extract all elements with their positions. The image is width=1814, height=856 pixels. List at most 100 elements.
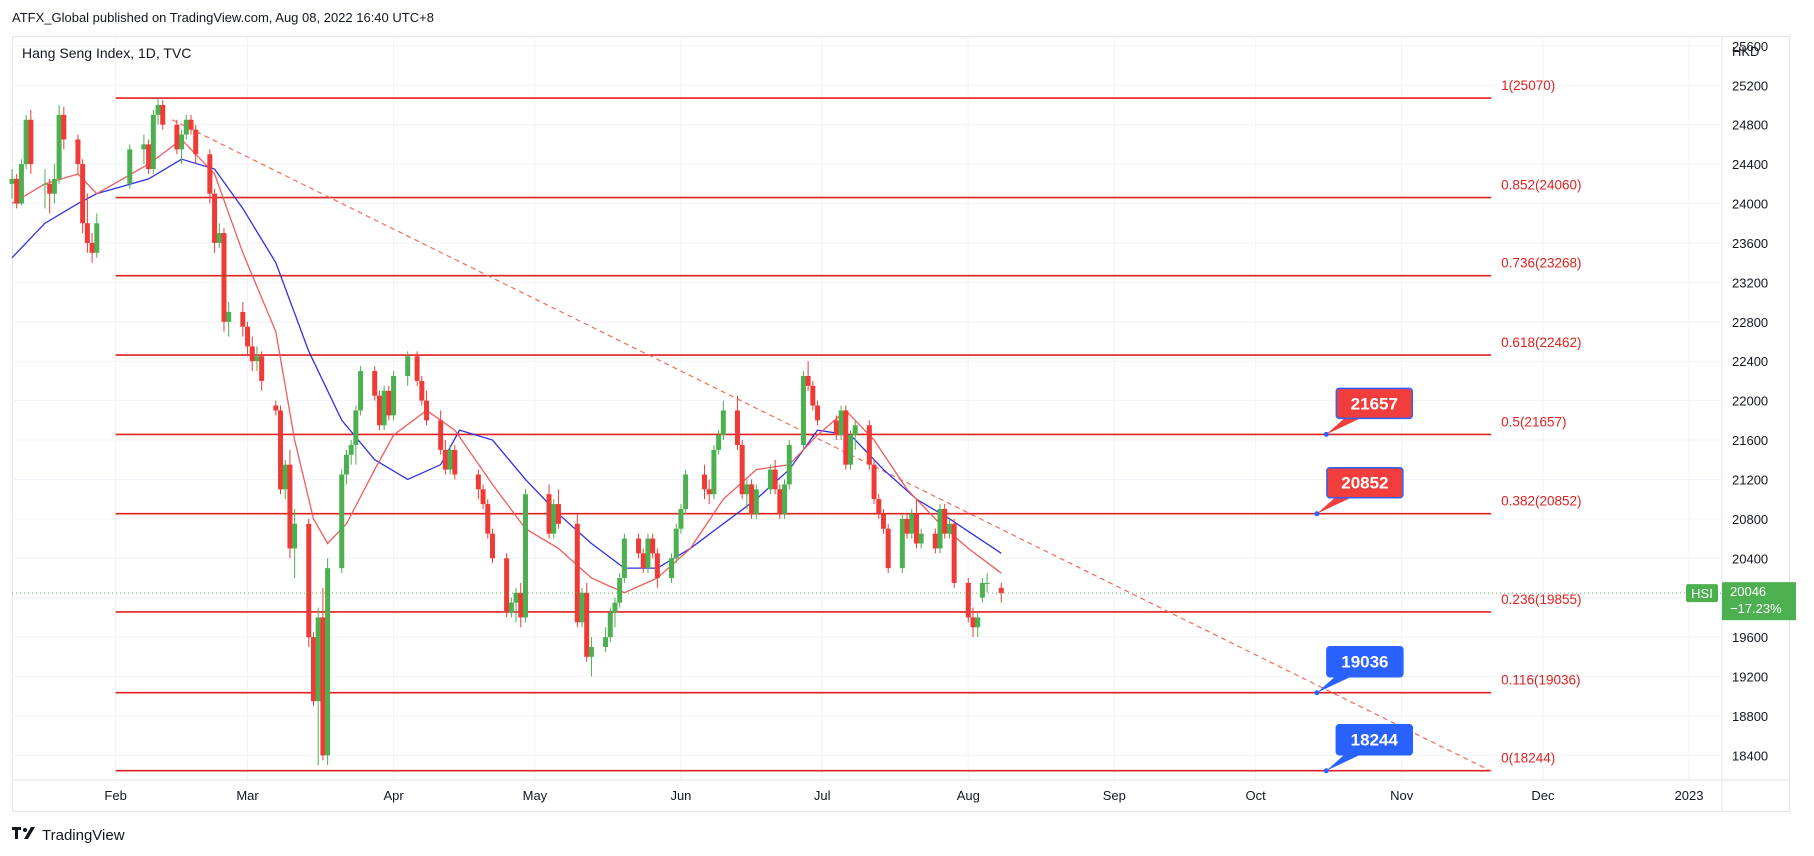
- candle-body[interactable]: [47, 183, 53, 194]
- candle-body[interactable]: [546, 494, 552, 534]
- candle-body[interactable]: [880, 513, 886, 529]
- candle-body[interactable]: [150, 114, 156, 170]
- candle-body[interactable]: [965, 582, 971, 618]
- candle-body[interactable]: [348, 444, 354, 455]
- candle-body[interactable]: [753, 489, 759, 514]
- candle-body[interactable]: [306, 523, 312, 638]
- candle-body[interactable]: [414, 356, 420, 381]
- candle-body[interactable]: [14, 178, 20, 204]
- candle-body[interactable]: [975, 617, 981, 628]
- candle-body[interactable]: [852, 425, 858, 436]
- candle-body[interactable]: [772, 469, 778, 490]
- candle-body[interactable]: [372, 371, 378, 396]
- candle-body[interactable]: [918, 533, 924, 544]
- candle-body[interactable]: [640, 553, 646, 569]
- candle-body[interactable]: [777, 489, 783, 514]
- candle-body[interactable]: [480, 489, 486, 505]
- candle-body[interactable]: [786, 444, 792, 485]
- candle-body[interactable]: [259, 356, 265, 381]
- candle-body[interactable]: [442, 449, 448, 470]
- candle-body[interactable]: [358, 371, 364, 411]
- candle-body[interactable]: [240, 311, 246, 327]
- candle-body[interactable]: [320, 617, 326, 756]
- candle-body[interactable]: [292, 523, 298, 549]
- candle-body[interactable]: [711, 449, 717, 495]
- candle-body[interactable]: [603, 637, 609, 647]
- candle-body[interactable]: [612, 602, 618, 613]
- candle-body[interactable]: [146, 144, 152, 170]
- candle-body[interactable]: [475, 474, 481, 490]
- candle-body[interactable]: [984, 582, 990, 584]
- candle-body[interactable]: [607, 612, 613, 638]
- candle-body[interactable]: [160, 104, 166, 125]
- candle-body[interactable]: [310, 637, 316, 702]
- candle-body[interactable]: [179, 134, 185, 150]
- candle-body[interactable]: [438, 420, 444, 450]
- candle-body[interactable]: [744, 484, 750, 495]
- candle-body[interactable]: [155, 104, 161, 115]
- candle-body[interactable]: [617, 577, 623, 603]
- candle-body[interactable]: [913, 513, 919, 544]
- candle-body[interactable]: [452, 449, 458, 475]
- candle-body[interactable]: [866, 425, 872, 465]
- candle-body[interactable]: [245, 326, 251, 347]
- candle-body[interactable]: [951, 523, 957, 583]
- candle-body[interactable]: [904, 518, 910, 534]
- candle-body[interactable]: [588, 646, 594, 657]
- candle-body[interactable]: [419, 380, 425, 401]
- candle-body[interactable]: [447, 449, 453, 470]
- candle-body[interactable]: [946, 523, 952, 534]
- candle-body[interactable]: [386, 390, 392, 416]
- candle-body[interactable]: [932, 533, 938, 549]
- candle-body[interactable]: [193, 129, 199, 155]
- candle-body[interactable]: [838, 410, 844, 436]
- candle-body[interactable]: [282, 464, 288, 490]
- candle-body[interactable]: [174, 124, 180, 150]
- candle-body[interactable]: [188, 119, 194, 130]
- candle-body[interactable]: [56, 114, 62, 179]
- candle-body[interactable]: [970, 617, 976, 628]
- candle-body[interactable]: [782, 484, 788, 514]
- candle-body[interactable]: [381, 390, 387, 426]
- candle-body[interactable]: [579, 592, 585, 623]
- candle-body[interactable]: [183, 119, 189, 135]
- candle-body[interactable]: [489, 533, 495, 559]
- candle-body[interactable]: [325, 568, 331, 756]
- candle-body[interactable]: [522, 494, 528, 618]
- candle-body[interactable]: [701, 474, 707, 490]
- candle-body[interactable]: [979, 582, 985, 598]
- candle-body[interactable]: [28, 119, 34, 165]
- footer[interactable]: TradingView: [12, 826, 125, 844]
- candle-body[interactable]: [673, 528, 679, 559]
- candle-body[interactable]: [61, 114, 67, 140]
- candle-body[interactable]: [574, 523, 580, 623]
- candle-body[interactable]: [621, 538, 627, 578]
- candle-body[interactable]: [278, 410, 284, 490]
- candle-body[interactable]: [937, 509, 943, 549]
- candle-body[interactable]: [391, 375, 397, 416]
- candle-body[interactable]: [226, 311, 232, 322]
- candle-body[interactable]: [513, 592, 519, 603]
- candle-body[interactable]: [254, 356, 260, 362]
- candle-body[interactable]: [207, 154, 213, 194]
- candle-body[interactable]: [645, 538, 651, 569]
- candle-body[interactable]: [127, 149, 133, 184]
- candle-body[interactable]: [871, 464, 877, 500]
- candle-body[interactable]: [18, 164, 24, 204]
- candle-body[interactable]: [141, 144, 147, 150]
- candle-body[interactable]: [51, 178, 57, 194]
- candle-body[interactable]: [555, 504, 561, 524]
- candle-body[interactable]: [716, 435, 722, 450]
- candle-body[interactable]: [833, 420, 839, 436]
- candle-body[interactable]: [942, 509, 948, 534]
- candle-body[interactable]: [899, 518, 905, 569]
- candle-body[interactable]: [654, 553, 660, 578]
- candle-body[interactable]: [998, 587, 1004, 594]
- candle-body[interactable]: [584, 592, 590, 657]
- candle-body[interactable]: [84, 223, 90, 243]
- candle-body[interactable]: [221, 233, 227, 322]
- candlestick-chart[interactable]: 1840018800192001960020000204002080021200…: [0, 0, 1814, 856]
- candle-body[interactable]: [287, 464, 293, 549]
- candle-body[interactable]: [669, 558, 675, 578]
- candle-body[interactable]: [876, 499, 882, 514]
